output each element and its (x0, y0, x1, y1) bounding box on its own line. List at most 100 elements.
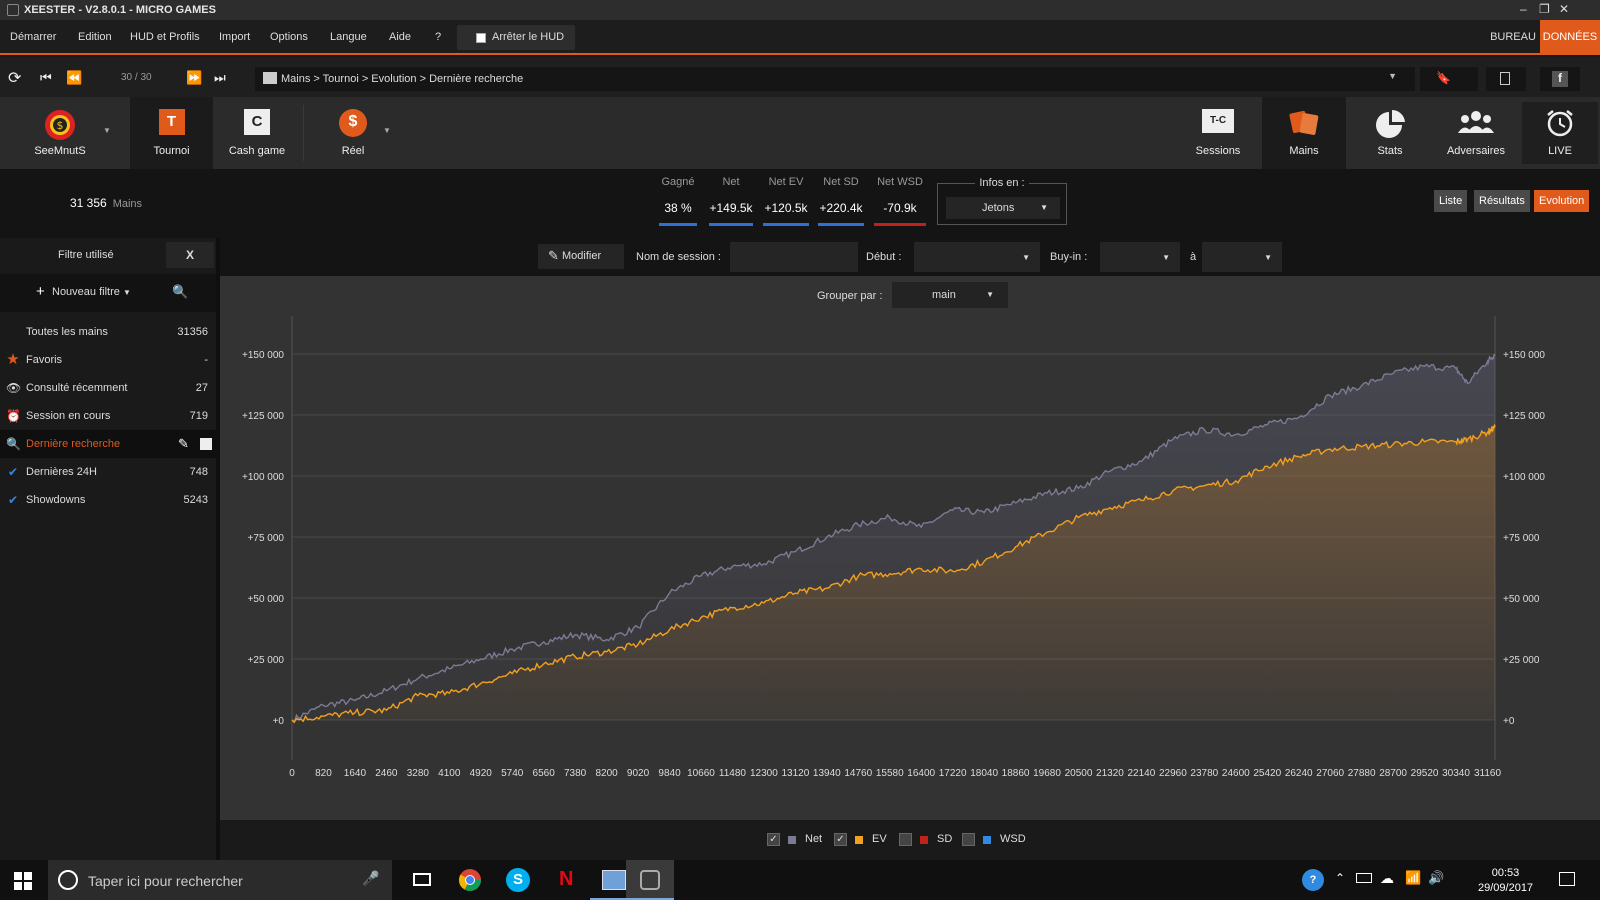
chevron-down-icon[interactable]: ▼ (103, 126, 111, 135)
chevron-up-icon[interactable]: ⌃ (1335, 871, 1345, 885)
rewind-icon[interactable]: ⏪ (66, 70, 82, 86)
buyin-min-select[interactable]: ▼ (1100, 242, 1180, 272)
hands-tab[interactable]: Mains (1262, 97, 1346, 169)
close-button[interactable]: ✕ (1559, 2, 1569, 16)
sidebar-item-recent[interactable]: 👁 Consulté récemment 27 (0, 374, 216, 402)
session-name-input[interactable] (730, 242, 858, 272)
facebook-button[interactable]: f (1540, 67, 1580, 91)
y-tick-label-right: +100 000 (1503, 472, 1545, 483)
first-page-icon[interactable]: ⏮ (40, 70, 52, 86)
taskbar-search-box[interactable]: Taper ici pour rechercher 🎤 (48, 860, 392, 900)
opponents-tab[interactable]: Adversaires (1434, 97, 1518, 169)
view-resultats-button[interactable]: Résultats (1474, 190, 1530, 212)
y-tick-label-left: +125 000 (242, 411, 284, 422)
stats-tab[interactable]: Stats (1348, 97, 1432, 169)
taskbar-xeester[interactable] (626, 860, 674, 900)
microphone-icon[interactable]: 🎤 (362, 870, 379, 887)
sidebar-item-current-session[interactable]: ⏰ Session en cours 719 (0, 402, 216, 430)
sidebar-item-last-24h[interactable]: ✔ Dernières 24H 748 (0, 458, 216, 486)
facebook-icon: f (1552, 71, 1568, 87)
clear-filter-button[interactable]: X (166, 242, 214, 268)
tournament-tab[interactable]: T Tournoi (130, 97, 213, 169)
taskbar-chrome[interactable] (446, 860, 494, 900)
chevron-down-icon[interactable]: ▼ (1388, 71, 1397, 81)
view-evolution-button[interactable]: Evolution (1534, 190, 1590, 212)
menu-demarrer[interactable]: Démarrer (10, 31, 56, 43)
x-tick-label: 2460 (375, 768, 398, 779)
x-tick-label: 29520 (1411, 768, 1439, 779)
units-select[interactable]: Jetons ▼ (946, 197, 1060, 219)
menu-edition[interactable]: Edition (78, 31, 112, 43)
menu-options[interactable]: Options (270, 31, 308, 43)
minimize-button[interactable]: – (1520, 2, 1527, 16)
help-tray-icon[interactable]: ? (1302, 869, 1324, 891)
new-filter-button[interactable]: Nouveau filtre ▼ (52, 286, 131, 298)
hud-checkbox[interactable] (476, 33, 486, 43)
last-page-icon[interactable]: ⏭ (214, 70, 226, 86)
sidebar-item-all-hands[interactable]: Toutes les mains 31356 (0, 318, 216, 346)
menu-hud-profils[interactable]: HUD et Profils (130, 31, 200, 43)
sidebar-item-last-search[interactable]: 🔍 Dernière recherche ✎ (0, 430, 216, 458)
refresh-icon[interactable]: ⟳ (8, 68, 21, 88)
chevron-down-icon: ▼ (1162, 253, 1170, 262)
copy-icon[interactable] (200, 438, 212, 450)
evolution-chart: +0 +25 000 +50 000 +75 000 +100 000 +125 000 +… (242, 316, 1545, 779)
cash-game-icon: C (244, 109, 270, 135)
hud-toggle-button[interactable]: Arrêter le HUD (457, 25, 575, 50)
taskbar-skype[interactable]: S (494, 860, 542, 900)
menu-import[interactable]: Import (219, 31, 250, 43)
x-tick-label: 0 (289, 768, 295, 779)
system-clock[interactable]: 00:53 29/09/2017 (1478, 866, 1533, 896)
player-selector[interactable]: $ SeeMnutS (15, 97, 105, 169)
donnees-tab[interactable]: DONNÉES (1540, 20, 1600, 55)
menu-help[interactable]: ? (435, 31, 441, 43)
taskbar-netflix[interactable]: N (542, 860, 590, 900)
stat-net-ev: Net EV +120.5k (763, 176, 809, 226)
x-tick-label: 6560 (533, 768, 556, 779)
y-tick-label-right: +50 000 (1503, 594, 1540, 605)
chevron-down-icon[interactable]: ▼ (383, 126, 391, 135)
task-view-button[interactable] (398, 860, 446, 900)
star-icon: ★ (6, 351, 20, 368)
clipboard-button[interactable] (1486, 67, 1526, 91)
x-tick-label: 30340 (1442, 768, 1470, 779)
live-tab[interactable]: LIVE (1522, 102, 1598, 164)
x-tick-label: 24600 (1222, 768, 1250, 779)
opponents-label: Adversaires (1446, 145, 1506, 157)
bookmark-button[interactable]: 🔖 (1420, 67, 1478, 91)
maximize-button[interactable]: ❐ (1539, 2, 1550, 16)
plus-icon[interactable]: + (36, 283, 45, 300)
search-icon[interactable]: 🔍 (172, 284, 188, 300)
window-title: XEESTER - V2.8.0.1 - MICRO GAMES (24, 4, 216, 16)
windows-start-icon[interactable] (14, 872, 32, 890)
volume-icon[interactable]: 🔊 (1428, 870, 1444, 886)
edit-pencil-icon[interactable]: ✎ (178, 436, 189, 452)
cloud-icon[interactable]: ☁ (1380, 870, 1394, 887)
notifications-icon[interactable] (1559, 872, 1575, 886)
sessions-tab[interactable]: T-C Sessions (1176, 97, 1260, 169)
legend-wsd-checkbox[interactable] (962, 833, 975, 846)
wifi-icon[interactable]: 📶 (1405, 870, 1421, 886)
infos-en-label: Infos en : (975, 177, 1029, 189)
view-liste-button[interactable]: Liste (1434, 190, 1468, 212)
fast-forward-icon[interactable]: ⏩ (186, 70, 202, 86)
x-tick-label: 23780 (1190, 768, 1218, 779)
legend-sd-checkbox[interactable] (899, 833, 912, 846)
menu-langue[interactable]: Langue (330, 31, 367, 43)
real-money-selector[interactable]: $ Réel (318, 97, 388, 169)
sidebar-item-showdowns[interactable]: ✔ Showdowns 5243 (0, 486, 216, 514)
legend-ev-checkbox[interactable]: ✓ (834, 833, 847, 846)
sidebar-item-favorites[interactable]: ★ Favoris - (0, 346, 216, 374)
legend-net-checkbox[interactable]: ✓ (767, 833, 780, 846)
buyin-max-select[interactable]: ▼ (1202, 242, 1282, 272)
battery-icon[interactable] (1356, 873, 1372, 883)
chrome-icon (459, 869, 481, 891)
menu-aide[interactable]: Aide (389, 31, 411, 43)
x-tick-label: 1640 (344, 768, 367, 779)
bureau-tab[interactable]: BUREAU (1486, 20, 1540, 55)
windows-taskbar: Taper ici pour rechercher 🎤 S N ? ⌃ ☁ 📶 … (0, 860, 1600, 900)
debut-select[interactable]: ▼ (914, 242, 1040, 272)
breadcrumb[interactable]: Mains > Tournoi > Evolution > Dernière r… (255, 67, 1415, 91)
modifier-button[interactable]: ✎ Modifier (538, 244, 624, 269)
cash-game-tab[interactable]: C Cash game (216, 97, 298, 169)
